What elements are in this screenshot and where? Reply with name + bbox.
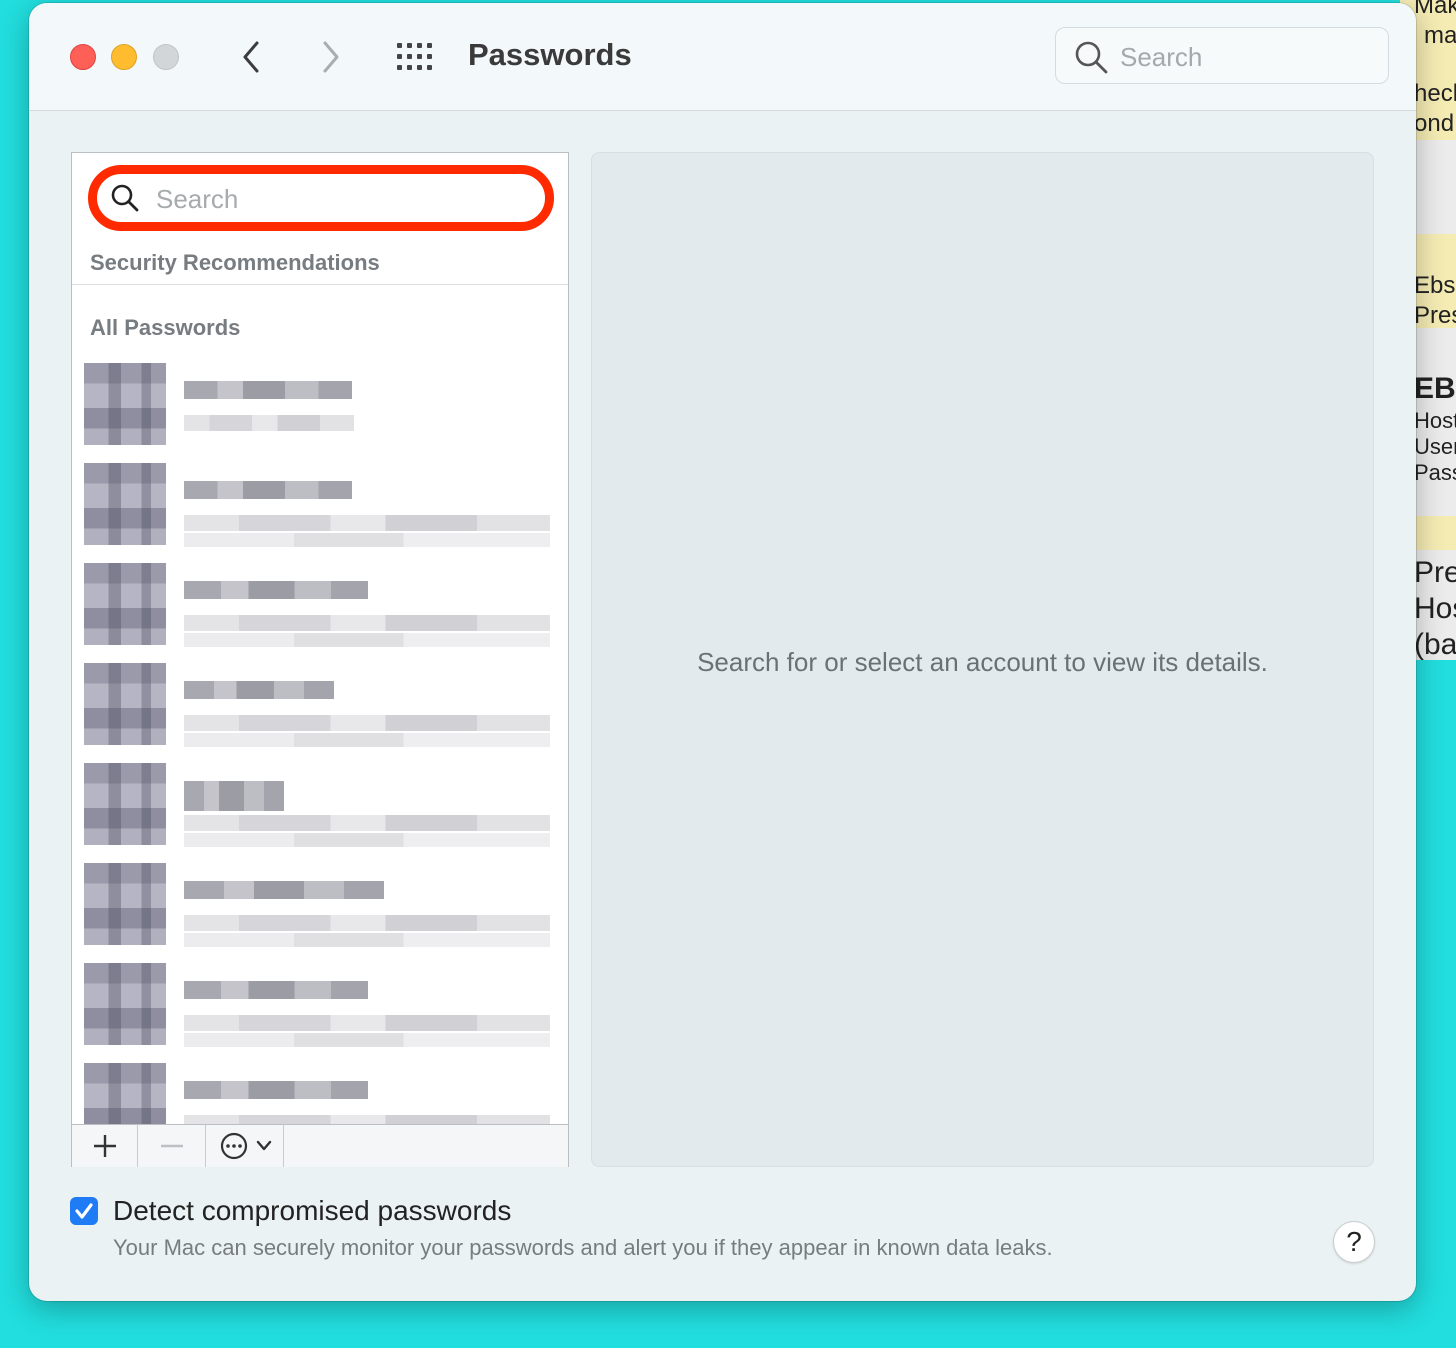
account-name-redacted bbox=[184, 881, 384, 899]
list-item[interactable] bbox=[84, 763, 552, 863]
site-icon bbox=[84, 863, 166, 945]
background-text: Pre bbox=[1414, 556, 1456, 589]
site-icon bbox=[84, 763, 166, 845]
account-name-redacted bbox=[184, 1081, 368, 1099]
remove-password-button[interactable] bbox=[138, 1125, 206, 1167]
divider bbox=[72, 284, 568, 285]
account-user-redacted bbox=[184, 815, 550, 831]
detect-compromised-label[interactable]: Detect compromised passwords bbox=[113, 1195, 511, 1227]
more-options-button[interactable] bbox=[206, 1125, 284, 1167]
empty-state-message: Search for or select an account to view … bbox=[697, 647, 1268, 677]
background-text: Ebs bbox=[1414, 272, 1456, 299]
list-toolbar bbox=[72, 1124, 568, 1167]
back-button[interactable] bbox=[233, 37, 269, 77]
toolbar-search[interactable] bbox=[1055, 27, 1389, 84]
list-item[interactable] bbox=[84, 963, 552, 1063]
background-text: Make bbox=[1414, 0, 1456, 19]
background-text: (ba bbox=[1414, 628, 1456, 660]
account-user-redacted bbox=[184, 633, 550, 647]
background-text: Pass bbox=[1414, 460, 1456, 485]
background-text: Pres bbox=[1414, 302, 1456, 329]
sidebar-search-input[interactable] bbox=[154, 182, 528, 216]
detail-panel: Search for or select an account to view … bbox=[591, 152, 1374, 1167]
account-user-redacted bbox=[184, 615, 550, 631]
password-list-panel: Security Recommendations All Passwords bbox=[71, 152, 569, 1167]
toolbar-search-input[interactable] bbox=[1118, 40, 1372, 74]
background-text: Hos bbox=[1414, 592, 1456, 625]
account-name-redacted bbox=[184, 681, 334, 699]
account-user-redacted bbox=[184, 833, 550, 847]
background-text: ond bbox=[1414, 110, 1455, 137]
account-user-redacted bbox=[184, 715, 550, 731]
account-user-redacted bbox=[184, 1033, 550, 1047]
forward-button[interactable] bbox=[313, 37, 349, 77]
security-recommendations-item[interactable]: Security Recommendations bbox=[90, 250, 380, 276]
list-item[interactable] bbox=[84, 463, 552, 563]
site-icon bbox=[84, 463, 166, 545]
show-all-button[interactable] bbox=[395, 40, 435, 74]
add-password-button[interactable] bbox=[72, 1125, 138, 1167]
list-item[interactable] bbox=[84, 563, 552, 663]
background-text: heck bbox=[1414, 80, 1456, 107]
window-title: Passwords bbox=[468, 37, 632, 72]
close-button[interactable] bbox=[70, 44, 96, 70]
minimize-button[interactable] bbox=[111, 44, 137, 70]
help-button[interactable]: ? bbox=[1333, 1221, 1375, 1263]
checkmark-icon bbox=[75, 1203, 93, 1219]
detect-compromised-description: Your Mac can securely monitor your passw… bbox=[113, 1235, 1053, 1260]
password-list bbox=[84, 363, 552, 1163]
account-user-redacted bbox=[184, 933, 550, 947]
minus-icon bbox=[161, 1144, 183, 1148]
detect-compromised-checkbox[interactable] bbox=[70, 1197, 98, 1225]
zoom-button[interactable] bbox=[153, 44, 179, 70]
title-bar: Passwords bbox=[29, 3, 1416, 111]
background-text: Host bbox=[1414, 408, 1456, 433]
site-icon bbox=[84, 963, 166, 1045]
list-item[interactable] bbox=[84, 363, 552, 463]
chevron-left-icon bbox=[243, 41, 259, 73]
site-icon bbox=[84, 363, 166, 445]
passwords-window: Passwords Security Recommendations All P… bbox=[29, 3, 1416, 1301]
account-name-redacted bbox=[184, 781, 284, 811]
account-user-redacted bbox=[184, 515, 550, 531]
account-user-redacted bbox=[184, 533, 550, 547]
account-user-redacted bbox=[184, 915, 550, 931]
site-icon bbox=[84, 663, 166, 745]
list-item[interactable] bbox=[84, 663, 552, 763]
site-icon bbox=[84, 563, 166, 645]
search-icon bbox=[111, 184, 139, 212]
account-user-redacted bbox=[184, 1015, 550, 1031]
chevron-right-icon bbox=[323, 41, 339, 73]
ellipsis-circle-icon bbox=[220, 1132, 272, 1160]
background-text: User bbox=[1414, 434, 1456, 459]
account-user-redacted bbox=[184, 415, 354, 431]
background-text: ma bbox=[1424, 22, 1456, 49]
account-user-redacted bbox=[184, 733, 550, 747]
account-name-redacted bbox=[184, 981, 368, 999]
list-item[interactable] bbox=[84, 863, 552, 963]
search-icon bbox=[1075, 41, 1108, 74]
account-name-redacted bbox=[184, 481, 352, 499]
account-name-redacted bbox=[184, 381, 352, 399]
all-passwords-header: All Passwords bbox=[90, 315, 241, 340]
account-name-redacted bbox=[184, 581, 368, 599]
background-text: EB bbox=[1414, 372, 1456, 405]
plus-icon bbox=[94, 1135, 116, 1157]
grid-icon bbox=[397, 43, 432, 70]
sidebar-search[interactable] bbox=[102, 178, 540, 218]
